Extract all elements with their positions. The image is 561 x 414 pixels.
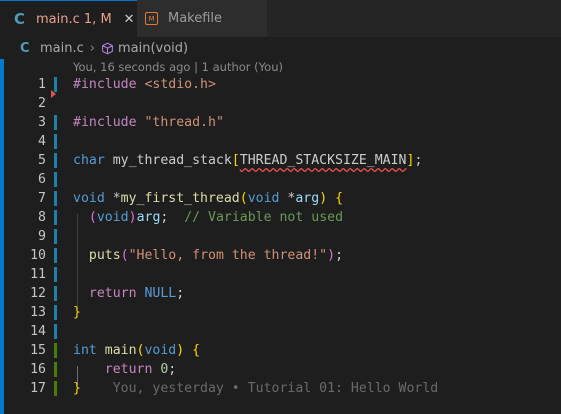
line-number: 16	[30, 362, 46, 377]
code-line-4[interactable]: 4	[0, 132, 561, 151]
gutter-modified[interactable]	[54, 172, 57, 187]
line-number: 17	[30, 381, 46, 396]
line-number: 12	[30, 286, 46, 301]
line-number: 11	[30, 267, 46, 282]
code-line-10[interactable]: 10 puts("Hello, from the thread!");	[0, 246, 561, 265]
breadcrumb: C main.c › main(void)	[0, 37, 561, 59]
error-squiggle[interactable]: THREAD_STACKSIZE_MAIN	[240, 153, 407, 168]
code-line-13[interactable]: 13 }	[0, 303, 561, 322]
line-number: 2	[38, 96, 46, 111]
code-line-15[interactable]: 15 int main(void) {	[0, 341, 561, 360]
line-number: 13	[30, 305, 46, 320]
line-number: 14	[30, 324, 46, 339]
line-number: 1	[38, 77, 46, 92]
makefile-icon: M	[145, 12, 158, 25]
inline-blame: You, yesterday • Tutorial 01: Hello Worl…	[80, 381, 439, 396]
gutter-added[interactable]	[54, 381, 57, 396]
code-line-11[interactable]: 11	[0, 265, 561, 284]
line-number: 4	[38, 134, 46, 149]
c-file-icon: C	[20, 40, 30, 56]
gutter-modified[interactable]	[54, 115, 57, 130]
line-number: 6	[38, 172, 46, 187]
code-line-14[interactable]: 14	[0, 322, 561, 341]
codelens-blame[interactable]: You, 16 seconds ago | 1 author (You)	[73, 59, 283, 75]
line-number: 8	[38, 210, 46, 225]
gutter-deleted[interactable]	[51, 90, 56, 98]
code-line-2[interactable]: 2	[0, 90, 561, 113]
symbol-method-icon	[102, 42, 113, 54]
gutter-added[interactable]	[54, 343, 57, 358]
code-line-16[interactable]: 16 return 0;	[0, 360, 561, 379]
line-number: 10	[30, 248, 46, 263]
gutter-modified[interactable]	[54, 153, 57, 168]
code-line-5[interactable]: 5 char my_thread_stack[THREAD_STACKSIZE_…	[0, 151, 561, 170]
code-line-6[interactable]: 6	[0, 170, 561, 189]
tab-label: Makefile	[168, 11, 223, 26]
line-number: 15	[30, 343, 46, 358]
code-line-12[interactable]: 12 return NULL;	[0, 284, 561, 303]
code-line-17[interactable]: 17 } You, yesterday • Tutorial 01: Hello…	[0, 379, 561, 398]
line-number: 7	[38, 191, 46, 206]
line-number: 9	[38, 229, 46, 244]
gutter-added[interactable]	[54, 362, 57, 377]
gutter-modified[interactable]	[54, 248, 57, 263]
tab-bar: C main.c 1, M ✕ M Makefile	[0, 0, 561, 37]
gutter-modified[interactable]	[54, 210, 57, 225]
gutter-modified[interactable]	[54, 191, 57, 206]
c-file-icon: C	[14, 10, 26, 28]
gutter-modified[interactable]	[54, 229, 57, 244]
code-line-9[interactable]: 9	[0, 227, 561, 246]
gutter-modified[interactable]	[54, 286, 57, 301]
breadcrumb-file[interactable]: main.c	[40, 41, 84, 56]
gutter-modified[interactable]	[54, 134, 57, 149]
breadcrumb-symbol[interactable]: main(void)	[118, 41, 188, 56]
line-number: 3	[38, 115, 46, 130]
gutter-modified[interactable]	[54, 305, 57, 320]
breadcrumb-separator: ›	[89, 40, 95, 56]
tab-main-c[interactable]: C main.c 1, M ✕	[0, 0, 137, 37]
gutter-modified[interactable]	[54, 324, 57, 339]
close-icon[interactable]: ✕	[124, 12, 135, 27]
gutter-modified[interactable]	[54, 267, 57, 282]
code-line-7[interactable]: 7 void *my_first_thread(void *arg) {	[0, 189, 561, 208]
code-line-1[interactable]: 1 #include <stdio.h>	[0, 75, 561, 94]
line-number: 5	[38, 153, 46, 168]
code-line-3[interactable]: 3 #include "thread.h"	[0, 113, 561, 132]
code-line-8[interactable]: 8 (void)arg; // Variable not used	[0, 208, 561, 227]
tab-makefile[interactable]: M Makefile	[137, 0, 267, 37]
tab-label: main.c 1, M	[36, 11, 112, 27]
